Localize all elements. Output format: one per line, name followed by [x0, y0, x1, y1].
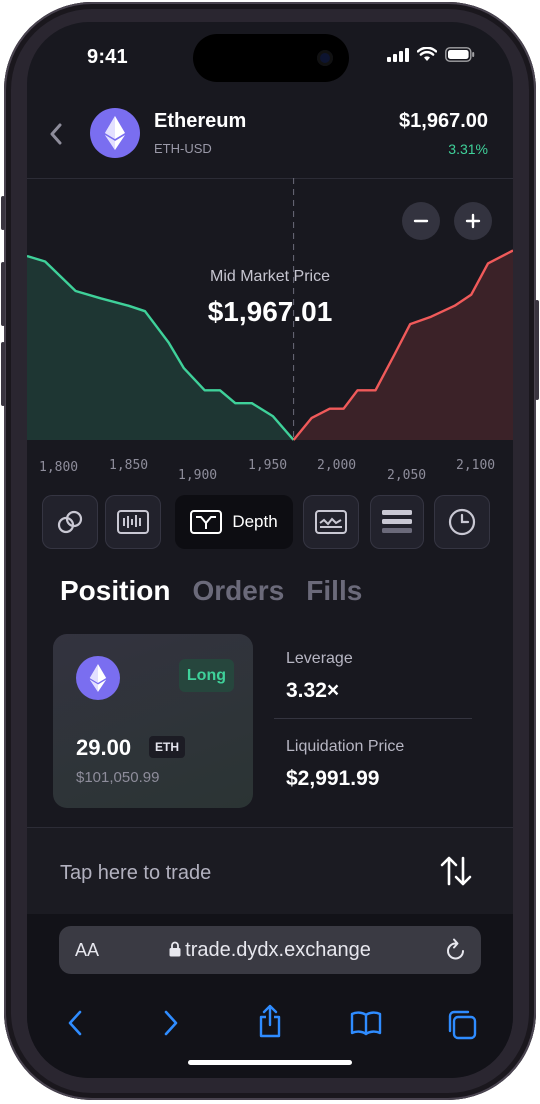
browser-toolbar: AA trade.dydx.exchange — [27, 914, 513, 1078]
browser-nav — [27, 1004, 513, 1050]
x-tick: 1,850 — [109, 458, 149, 473]
wifi-icon — [417, 47, 437, 61]
position-side-badge: Long — [178, 659, 234, 692]
dynamic-island — [193, 34, 349, 82]
view-button-candles[interactable] — [105, 495, 161, 549]
tabs-icon[interactable] — [447, 1010, 477, 1040]
chart-view-selector: Depth — [42, 495, 502, 551]
link-icon — [57, 510, 83, 534]
power-button — [535, 300, 539, 400]
leverage-value: 3.32× — [286, 679, 340, 702]
position-notional: $101,050.99 — [76, 769, 160, 786]
forward-button[interactable] — [163, 1010, 179, 1036]
battery-icon — [445, 47, 475, 62]
view-button-depth[interactable]: Depth — [175, 495, 293, 549]
metrics-divider — [274, 718, 472, 719]
view-button-depth-label: Depth — [232, 512, 278, 531]
position-unit: ETH — [149, 736, 185, 758]
position-card[interactable]: Long 29.00 ETH $101,050.99 — [53, 634, 253, 808]
position-tabs: Position Orders Fills — [60, 575, 362, 607]
share-icon[interactable] — [257, 1004, 283, 1038]
back-button[interactable] — [67, 1010, 83, 1036]
trade-bar[interactable]: Tap here to trade — [27, 828, 513, 914]
market-change: 3.31% — [448, 141, 488, 157]
camera-icon — [317, 50, 333, 66]
x-tick: 2,000 — [317, 458, 357, 473]
url-text: trade.dydx.exchange — [185, 938, 371, 961]
volume-up-button — [1, 262, 5, 326]
screen: 9:41 Ethereum ETH-USD $1,967.00 3.31% Mi… — [27, 22, 513, 1078]
bookmarks-icon[interactable] — [350, 1010, 382, 1036]
volume-down-button — [1, 342, 5, 406]
view-button-line[interactable] — [303, 495, 359, 549]
mute-switch — [1, 196, 5, 230]
status-time: 9:41 — [87, 46, 128, 68]
mid-market-value: $1,967.01 — [207, 296, 333, 327]
mid-market-label: Mid Market Price — [209, 268, 331, 285]
lock-icon — [169, 941, 181, 956]
position-size: 29.00 — [76, 735, 132, 760]
depth-chart-svg — [27, 178, 513, 441]
zoom-out-button[interactable] — [402, 202, 440, 240]
view-button-history[interactable] — [434, 495, 490, 549]
ethereum-icon — [76, 656, 120, 700]
tab-orders[interactable]: Orders — [192, 575, 284, 607]
line-chart-icon — [315, 510, 347, 534]
view-button-orderbook[interactable] — [370, 495, 424, 549]
url-display: trade.dydx.exchange — [59, 939, 481, 962]
zoom-in-button[interactable] — [454, 202, 492, 240]
view-button-link[interactable] — [42, 495, 98, 549]
status-icons — [387, 47, 475, 62]
market-name: Ethereum — [154, 110, 247, 132]
ethereum-icon — [90, 108, 140, 158]
x-tick: 1,900 — [178, 468, 218, 483]
clock-icon — [448, 508, 476, 536]
address-bar[interactable]: AA trade.dydx.exchange — [59, 926, 481, 974]
x-tick: 2,050 — [387, 468, 427, 483]
market-header: Ethereum ETH-USD $1,967.00 3.31% — [27, 92, 513, 178]
x-tick: 1,800 — [39, 460, 79, 475]
swap-arrows-icon — [440, 856, 472, 886]
leverage-label: Leverage — [286, 650, 353, 667]
market-pair: ETH-USD — [154, 141, 212, 156]
plus-icon — [465, 213, 481, 229]
trade-prompt: Tap here to trade — [60, 862, 212, 884]
back-chevron-icon[interactable] — [49, 122, 63, 146]
candles-icon — [117, 510, 149, 534]
tab-fills[interactable]: Fills — [306, 575, 362, 607]
home-indicator — [188, 1060, 352, 1065]
liquidation-price-value: $2,991.99 — [286, 767, 380, 790]
tab-position[interactable]: Position — [60, 575, 170, 607]
minus-icon — [413, 219, 429, 223]
depth-chart[interactable]: Mid Market Price $1,967.01 1,800 1,850 1… — [27, 178, 513, 494]
depth-icon — [190, 510, 223, 534]
x-tick: 1,950 — [248, 458, 288, 473]
signal-icon — [387, 47, 409, 62]
reload-icon[interactable] — [445, 938, 467, 962]
liquidation-price-label: Liquidation Price — [286, 738, 405, 755]
orderbook-icon — [382, 510, 412, 533]
market-price: $1,967.00 — [399, 110, 488, 132]
x-tick: 2,100 — [456, 458, 496, 473]
